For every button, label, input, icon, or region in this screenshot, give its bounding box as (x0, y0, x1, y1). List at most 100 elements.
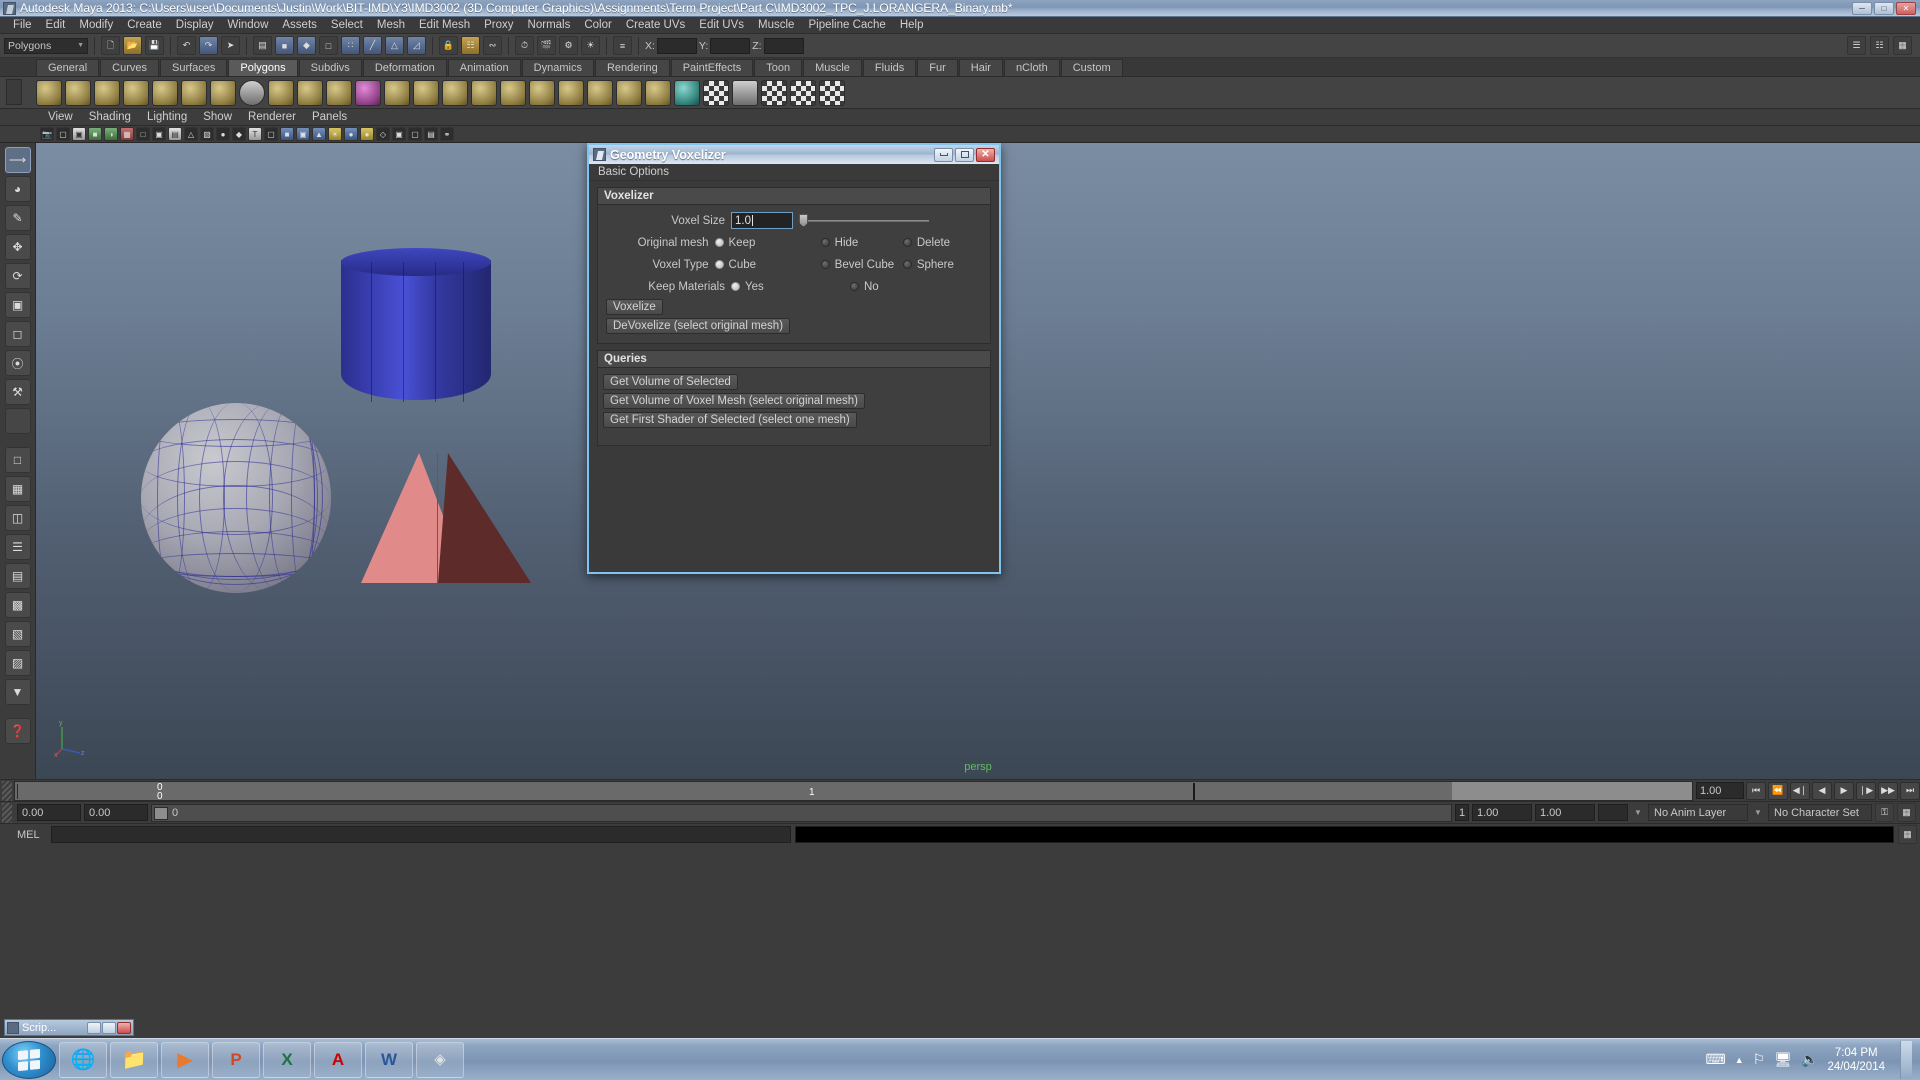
menu-create[interactable]: Create (120, 17, 169, 34)
panel-menu-panels[interactable]: Panels (304, 109, 355, 126)
playback-speed-field[interactable]: 1.00 (1696, 782, 1744, 799)
network-flag-icon[interactable]: ⚐ (1753, 1051, 1766, 1068)
select-camera-icon[interactable]: 📷 (40, 127, 54, 141)
poly-pipe-icon[interactable] (239, 79, 265, 106)
layout-persp-graph-icon[interactable]: ▨ (4, 650, 31, 676)
keep-materials-option-no[interactable]: No (850, 281, 945, 293)
step-forward-key-button[interactable]: ▶▶ (1878, 781, 1898, 800)
menu-display[interactable]: Display (169, 17, 221, 34)
poly-separate-icon[interactable] (471, 79, 497, 106)
menu-edit-uvs[interactable]: Edit UVs (692, 17, 751, 34)
layout-two-pane-icon[interactable]: ◫ (4, 505, 31, 531)
select-uvs-icon[interactable]: ◿ (407, 36, 426, 55)
soft-modification-icon[interactable]: ⦿ (4, 350, 31, 376)
shelf-tab-dynamics[interactable]: Dynamics (521, 59, 594, 76)
show-desktop-button[interactable] (1900, 1040, 1912, 1079)
move-tool-icon[interactable]: ✥ (4, 234, 31, 260)
taskbar-item-maya[interactable]: ◈ (416, 1041, 464, 1078)
script-editor-maximize-button[interactable] (102, 1021, 116, 1034)
shelf-tab-surfaces[interactable]: Surfaces (159, 59, 228, 76)
redo-icon[interactable]: ↷ (199, 36, 218, 55)
resolution-gate-icon[interactable]: ▣ (152, 127, 166, 141)
select-by-component-icon[interactable]: ◆ (297, 36, 316, 55)
script-editor-minimized-window[interactable]: Scrip... (4, 1019, 134, 1036)
poly-create-tool-icon[interactable] (355, 79, 381, 106)
layout-outliner-icon[interactable]: ☰ (4, 534, 31, 560)
play-backwards-button[interactable]: ◀ (1812, 781, 1832, 800)
chevron-down-icon[interactable]: ▼ (1631, 808, 1645, 817)
layout-more-icon[interactable]: ▼ (4, 679, 31, 705)
grid-toggle-icon[interactable]: ▦ (120, 127, 134, 141)
script-editor-icon[interactable]: ▦ (1898, 825, 1917, 844)
show-attribute-editor-icon[interactable]: ☰ (1847, 36, 1866, 55)
poly-plane-icon[interactable] (123, 79, 149, 106)
mel-output-field[interactable] (795, 826, 1894, 843)
auto-key-field[interactable] (1598, 804, 1628, 821)
menu-color[interactable]: Color (577, 17, 618, 34)
shelf-tab-ncloth[interactable]: nCloth (1003, 59, 1060, 76)
smooth-shade-icon[interactable]: ● (216, 127, 230, 141)
shelf-tab-deformation[interactable]: Deformation (362, 59, 447, 76)
poly-uv-editor-icon[interactable] (819, 79, 845, 106)
coord-x-input[interactable] (656, 37, 697, 54)
select-lines-icon[interactable]: ╱ (363, 36, 382, 55)
shelf-tab-muscle[interactable]: Muscle (803, 59, 862, 76)
voxel-type-option-bevel-cube[interactable]: Bevel Cube (820, 259, 903, 271)
show-channel-box-icon[interactable]: ▦ (1893, 36, 1912, 55)
poly-bevel-icon[interactable] (674, 79, 700, 106)
taskbar-item-excel[interactable]: X (263, 1041, 311, 1078)
menu-help[interactable]: Help (893, 17, 931, 34)
start-button[interactable] (2, 1040, 56, 1079)
devoxelize-button[interactable]: DeVoxelize (select original mesh) (606, 318, 791, 334)
select-tool-icon[interactable]: ⟶ (4, 147, 31, 173)
taskbar-item-file-explorer[interactable]: 📁 (110, 1041, 158, 1078)
shelf-tab-animation[interactable]: Animation (447, 59, 521, 76)
poly-boolean-icon[interactable] (529, 79, 555, 106)
poly-combine-icon[interactable] (442, 79, 468, 106)
original-mesh-option-delete[interactable]: Delete (902, 237, 985, 249)
slider-handle[interactable] (799, 214, 808, 227)
select-by-object-icon[interactable]: ■ (275, 36, 294, 55)
isolate-select-icon[interactable]: ▣ (392, 127, 406, 141)
snap-grid-icon[interactable]: ☷ (461, 36, 480, 55)
panel-menu-show[interactable]: Show (195, 109, 240, 126)
poly-platonic-icon[interactable] (326, 79, 352, 106)
script-editor-minimize-button[interactable] (87, 1021, 101, 1034)
help-tool-icon[interactable]: ❓ (4, 718, 31, 744)
scale-tool-icon[interactable]: ▣ (4, 292, 31, 318)
original-mesh-option-hide[interactable]: Hide (820, 237, 903, 249)
shelf-tab-general[interactable]: General (36, 59, 100, 76)
mel-command-input[interactable] (51, 826, 791, 843)
coord-z-input[interactable] (763, 37, 804, 54)
poly-cone-icon[interactable] (94, 79, 120, 106)
render-settings-icon[interactable]: ☀ (581, 36, 600, 55)
poly-cube-icon[interactable] (36, 79, 62, 106)
flat-shade-icon[interactable]: ◆ (232, 127, 246, 141)
poly-extract-icon[interactable] (500, 79, 526, 106)
time-slider-drag-handle[interactable] (2, 780, 12, 801)
taskbar-item-media-player[interactable]: ▶ (161, 1041, 209, 1078)
dialog-maximize-button[interactable] (955, 147, 974, 162)
poly-uv-checker-icon[interactable] (703, 79, 729, 106)
anim-layer-dropdown[interactable]: No Anim Layer (1648, 804, 1748, 821)
range-end-field[interactable]: 0.00 (84, 804, 148, 821)
shelf-tab-custom[interactable]: Custom (1060, 59, 1123, 76)
menu-assets[interactable]: Assets (275, 17, 324, 34)
shelf-tab-painteffects[interactable]: PaintEffects (670, 59, 754, 76)
dialog-minimize-button[interactable] (934, 147, 953, 162)
menu-window[interactable]: Window (220, 17, 275, 34)
layout-graph-editor-icon[interactable]: ▧ (4, 621, 31, 647)
volume-icon[interactable]: 🔈 (1801, 1051, 1818, 1068)
poly-cylinder-icon[interactable] (65, 79, 91, 106)
voxel-size-slider[interactable] (799, 214, 929, 227)
new-scene-icon[interactable]: 🗋 (101, 36, 120, 55)
film-gate-icon[interactable]: □ (136, 127, 150, 141)
panel-menu-shading[interactable]: Shading (81, 109, 139, 126)
ambient-occlusion-icon[interactable]: ● (360, 127, 374, 141)
poly-smooth-icon[interactable] (587, 79, 613, 106)
select-faces-icon[interactable]: △ (385, 36, 404, 55)
poly-sculpt-icon[interactable] (384, 79, 410, 106)
save-scene-icon[interactable]: 💾 (145, 36, 164, 55)
range-slider-bar[interactable]: 0 (151, 803, 1452, 822)
shelf-tab-toon[interactable]: Toon (754, 59, 803, 76)
